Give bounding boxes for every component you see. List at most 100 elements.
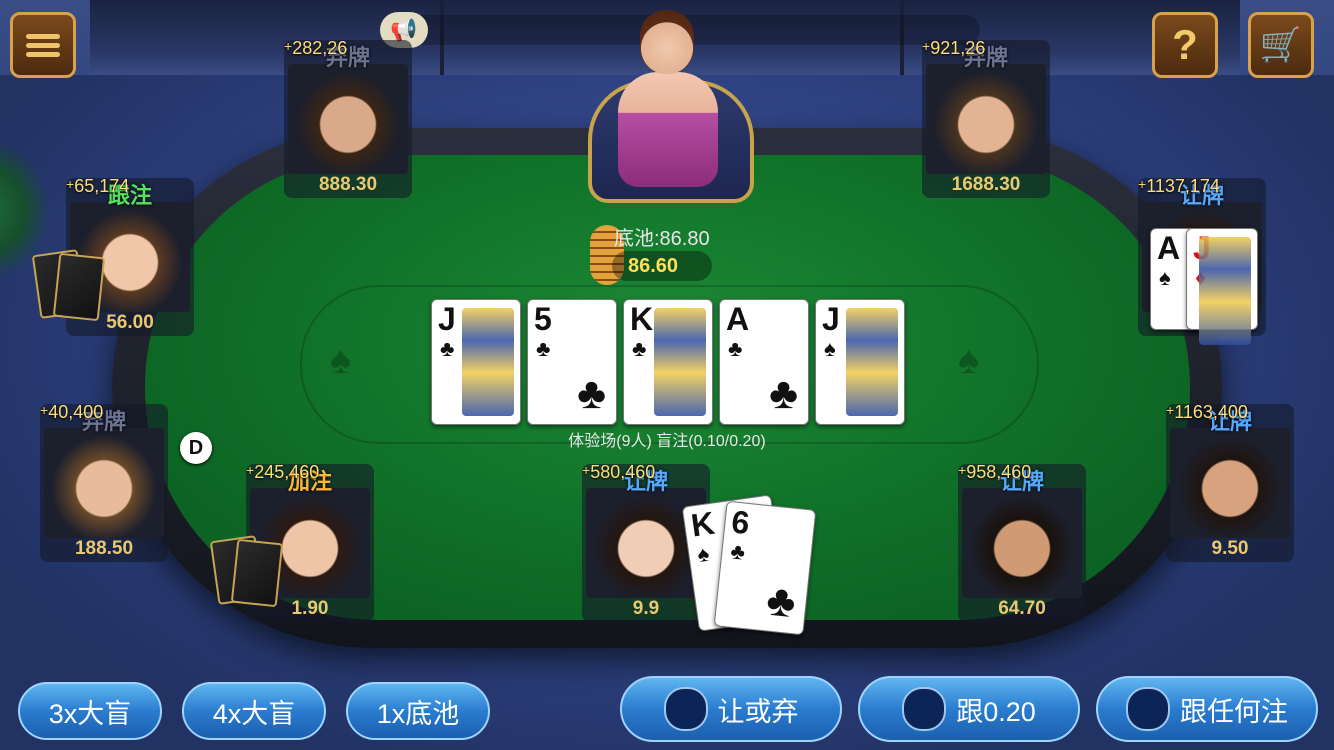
radio-icon: [1126, 687, 1170, 731]
player-total: +65,174: [66, 176, 129, 197]
court-figure: [654, 308, 706, 416]
card-rank: 6: [729, 503, 752, 542]
plus-icon: +: [246, 462, 255, 478]
card-rank: J: [438, 301, 456, 337]
court-figure: [462, 308, 514, 416]
plus-icon: +: [66, 176, 75, 192]
community-card: J ♠: [815, 299, 905, 425]
player-avatar: [1170, 428, 1290, 538]
player-chips: 9.50: [1211, 538, 1249, 559]
player-total-value: 1137,174: [1146, 176, 1220, 196]
call-any-button[interactable]: 跟任何注: [1096, 676, 1318, 742]
player-chips: 1688.30: [951, 174, 1021, 195]
card-suit-icon: ♣: [764, 575, 799, 628]
plus-icon: +: [958, 462, 967, 478]
community-card: A ♣ ♣: [719, 299, 809, 425]
dealer-torso: [618, 72, 718, 187]
player-total-value: 65,174: [74, 176, 130, 196]
dealer-head: [640, 10, 694, 74]
bet-3x-big-blind-button[interactable]: 3x大盲: [18, 682, 162, 740]
player-total: +580,460: [582, 462, 655, 483]
player-seat[interactable]: 让牌 64.70 +958,460: [958, 462, 1086, 622]
card-suit-icon: ♠: [824, 336, 836, 361]
community-card: J ♣: [431, 299, 521, 425]
player-total-value: 40,400: [48, 402, 104, 422]
card-suit-icon: ♣: [632, 336, 647, 361]
hamburger-menu-icon: [26, 30, 60, 61]
shopping-cart-icon: 🛒: [1259, 26, 1303, 64]
player-seat[interactable]: 弃牌 188.50 +40,400: [40, 402, 168, 562]
card-suit-icon: ♣: [440, 336, 455, 361]
pot-label: 底池:86.80: [614, 228, 710, 250]
player-chips: 188.50: [74, 538, 134, 559]
player-card: J♦: [1186, 228, 1258, 345]
player-total: +1137,174: [1138, 176, 1220, 197]
player-chips: 9.9: [632, 598, 660, 619]
bet-1x-pot-button[interactable]: 1x底池: [346, 682, 490, 740]
card-suit-icon: ♣: [729, 538, 747, 565]
card-back: [52, 252, 106, 322]
radio-icon: [663, 687, 708, 731]
card-rank: A: [1157, 230, 1181, 266]
call-label: 跟0.20: [956, 696, 1036, 727]
spade-icon: ♠: [330, 338, 352, 382]
card-suit-icon: ♠: [1159, 265, 1171, 290]
plus-icon: +: [922, 38, 931, 54]
card-suit-icon: ♣: [728, 336, 743, 361]
help-icon: ?: [1172, 21, 1198, 68]
community-card: K ♣: [623, 299, 713, 425]
court-figure: [846, 308, 898, 416]
community-card: 5 ♣ ♣: [527, 299, 617, 425]
card-rank: 5: [534, 301, 552, 337]
bet-4x-big-blind-button[interactable]: 4x大盲: [182, 682, 326, 740]
player-total-value: 1163,400: [1174, 402, 1248, 422]
radio-icon: [902, 687, 947, 731]
player-avatar: [926, 64, 1046, 174]
player-face: [288, 64, 408, 174]
player-total: +921,26: [922, 38, 985, 59]
plus-icon: +: [1166, 402, 1175, 418]
dealer-avatar: [588, 10, 754, 203]
player-face: [926, 64, 1046, 174]
call-button[interactable]: 跟0.20: [858, 676, 1080, 742]
player-total-value: 245,460: [254, 462, 320, 482]
pot-amount: 86.60: [612, 251, 712, 281]
hero-card[interactable]: 6 ♣ ♣: [713, 500, 817, 636]
spade-icon: ♠: [958, 338, 980, 382]
card-rank: J: [822, 301, 840, 337]
player-total-value: 921,26: [930, 38, 986, 58]
player-chips: 888.30: [318, 174, 378, 195]
card-rank: A: [726, 301, 750, 337]
player-seat[interactable]: 弃牌 888.30 +282,26: [284, 38, 412, 198]
player-avatar: [288, 64, 408, 174]
card-suit-icon: ♣: [769, 369, 798, 418]
room-info: 体验场(9人) 盲注(0.10/0.20): [568, 433, 766, 450]
player-avatar: [962, 488, 1082, 598]
help-button[interactable]: ?: [1152, 12, 1218, 78]
plus-icon: +: [284, 38, 293, 54]
player-face: [1170, 428, 1290, 538]
plus-icon: +: [1138, 176, 1147, 192]
dealer-button: D: [180, 432, 212, 464]
card-back: [230, 538, 284, 608]
plus-icon: +: [582, 462, 591, 478]
player-seat[interactable]: 让牌 9.50 +1163,400: [1166, 402, 1294, 562]
call-any-label: 跟任何注: [1180, 696, 1288, 727]
player-avatar: [44, 428, 164, 538]
player-seat[interactable]: 弃牌 1688.30 +921,26: [922, 38, 1050, 198]
card-rank: K: [630, 301, 654, 337]
player-face: [962, 488, 1082, 598]
player-total-value: 580,460: [590, 462, 656, 482]
player-total: +40,400: [40, 402, 103, 423]
card-suit-icon: ♣: [577, 369, 606, 418]
player-total: +958,460: [958, 462, 1031, 483]
player-total: +282,26: [284, 38, 347, 59]
check-or-fold-label: 让或弃: [717, 696, 799, 727]
court-figure: [1199, 237, 1251, 345]
player-chips: 64.70: [998, 598, 1046, 619]
shop-button[interactable]: 🛒: [1248, 12, 1314, 78]
menu-button[interactable]: [10, 12, 76, 78]
player-face: [44, 428, 164, 538]
check-or-fold-button[interactable]: 让或弃: [620, 676, 842, 742]
card-suit-icon: ♣: [536, 336, 551, 361]
